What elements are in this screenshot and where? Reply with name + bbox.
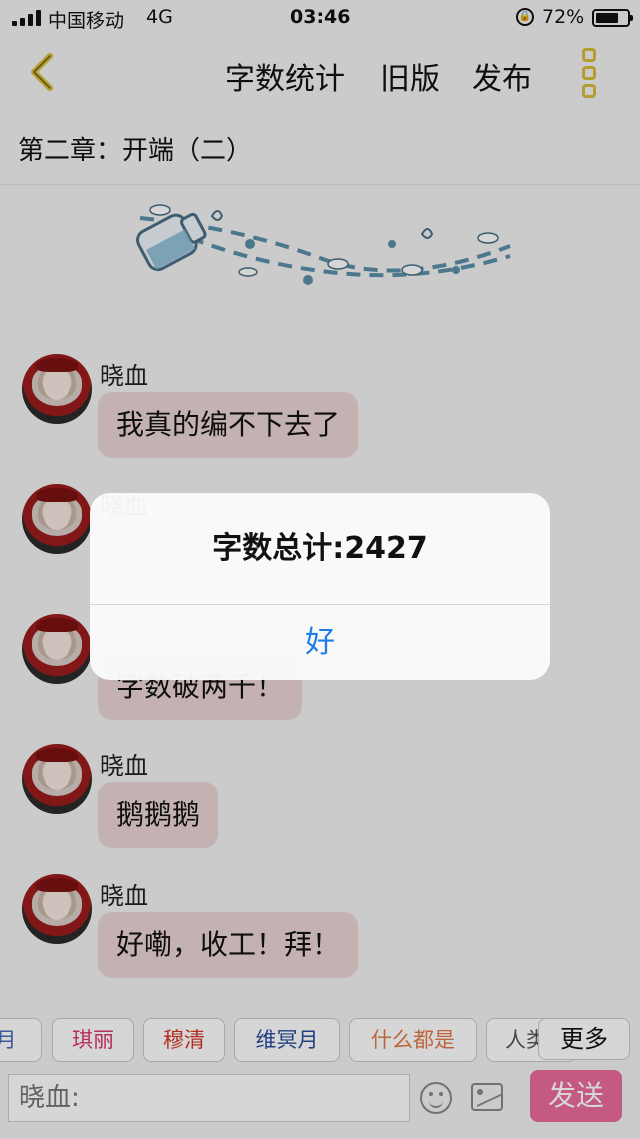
word-count-alert: 字数总计:2427 好 <box>90 493 550 680</box>
alert-message: 字数总计:2427 <box>212 531 428 566</box>
alert-ok-button[interactable]: 好 <box>90 605 550 680</box>
